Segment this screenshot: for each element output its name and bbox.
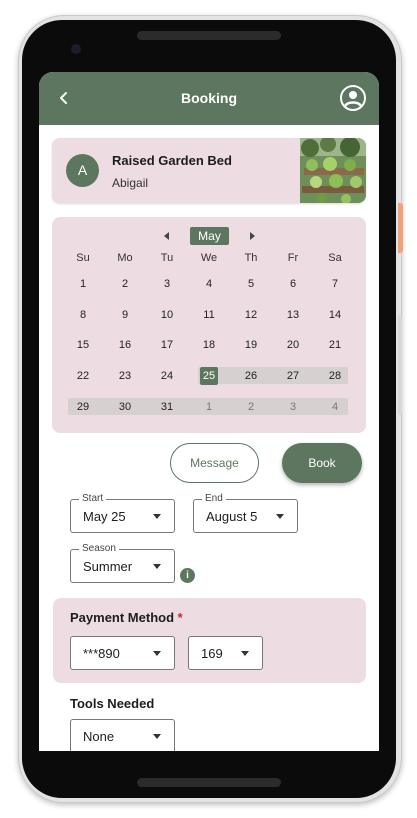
- calendar-day[interactable]: 11: [188, 309, 230, 321]
- listing-title: Raised Garden Bed: [112, 153, 232, 168]
- previous-month-button[interactable]: [160, 229, 174, 243]
- calendar-day[interactable]: 31: [146, 401, 188, 413]
- weekday-label: Su: [76, 252, 90, 264]
- dropdown-arrow-icon: [153, 734, 161, 739]
- season-select[interactable]: Season Summer: [70, 543, 175, 583]
- card-number-value: ***890: [83, 646, 120, 661]
- calendar-day[interactable]: 7: [314, 278, 356, 290]
- calendar-week: 22 23 24 25 26 27 28: [62, 363, 356, 394]
- calendar-day[interactable]: 12: [230, 309, 272, 321]
- bottom-speaker: [137, 778, 281, 787]
- calendar-day-next-month[interactable]: 2: [230, 401, 272, 413]
- top-speaker: [137, 31, 281, 40]
- account-circle-icon: [340, 85, 366, 111]
- dropdown-arrow-icon: [153, 651, 161, 656]
- booking-calendar: May Su Mo Tu We Th Fr Sa 1 2 3 4 5 6 7 8…: [52, 217, 366, 433]
- calendar-day-next-month[interactable]: 3: [272, 401, 314, 413]
- book-button[interactable]: Book: [282, 443, 362, 483]
- calendar-day-next-month[interactable]: 1: [188, 401, 230, 413]
- calendar-week: 15 16 17 18 19 20 21: [62, 332, 356, 363]
- end-date-select[interactable]: End August 5: [193, 493, 298, 533]
- calendar-day[interactable]: 4: [188, 278, 230, 290]
- month-label[interactable]: May: [190, 227, 229, 245]
- dropdown-arrow-icon: [276, 514, 284, 519]
- front-camera: [71, 44, 81, 54]
- season-label: Season: [79, 543, 119, 554]
- app-bar: Booking: [39, 72, 379, 125]
- profile-button[interactable]: [339, 84, 367, 112]
- listing-owner: Abigail: [112, 176, 149, 190]
- calendar-grid: Su Mo Tu We Th Fr Sa 1 2 3 4 5 6 7 8 9 1…: [62, 247, 356, 424]
- weekday-label: Sa: [328, 252, 342, 264]
- calendar-day-next-month[interactable]: 4: [314, 401, 356, 413]
- calendar-week: 1 2 3 4 5 6 7: [62, 271, 356, 302]
- weekday-label: Mo: [117, 252, 133, 264]
- required-mark: *: [177, 610, 183, 625]
- triangle-right-icon: [250, 232, 255, 240]
- app-screen: Booking A Raised Garden Bed Abigail May …: [39, 72, 379, 751]
- calendar-day[interactable]: 8: [62, 309, 104, 321]
- calendar-week: 8 9 10 11 12 13 14: [62, 302, 356, 333]
- card-number-select[interactable]: ***890: [70, 636, 175, 670]
- next-month-button[interactable]: [245, 229, 259, 243]
- end-date-value: August 5: [206, 509, 258, 524]
- weekday-header: Su Mo Tu We Th Fr Sa: [62, 247, 356, 271]
- tools-needed-select[interactable]: None: [70, 719, 175, 751]
- calendar-day[interactable]: 1: [62, 278, 104, 290]
- calendar-day[interactable]: 6: [272, 278, 314, 290]
- end-date-label: End: [202, 493, 226, 504]
- page-title: Booking: [181, 90, 237, 106]
- calendar-day[interactable]: 5: [230, 278, 272, 290]
- start-date-value: May 25: [83, 509, 126, 524]
- payment-method-text: Payment Method: [70, 610, 175, 625]
- dropdown-arrow-icon: [241, 651, 249, 656]
- calendar-week: 29 30 31 1 2 3 4: [62, 394, 356, 425]
- calendar-day[interactable]: 20: [272, 339, 314, 351]
- weekday-label: Th: [244, 252, 258, 264]
- start-date-label: Start: [79, 493, 107, 504]
- start-date-select[interactable]: Start May 25: [70, 493, 175, 533]
- power-button: [398, 203, 403, 253]
- volume-button: [398, 315, 402, 415]
- calendar-day[interactable]: 18: [188, 339, 230, 351]
- cvv-value: 169: [201, 646, 223, 661]
- dropdown-arrow-icon: [153, 564, 161, 569]
- calendar-day[interactable]: 3: [146, 278, 188, 290]
- message-button[interactable]: Message: [170, 443, 259, 483]
- calendar-day[interactable]: 30: [104, 401, 146, 413]
- calendar-day[interactable]: 26: [230, 370, 272, 382]
- calendar-day[interactable]: 27: [272, 370, 314, 382]
- weekday-label: Tu: [160, 252, 174, 264]
- listing-card[interactable]: A Raised Garden Bed Abigail: [52, 138, 366, 203]
- weekday-label: We: [200, 252, 218, 264]
- cvv-select[interactable]: 169: [188, 636, 263, 670]
- calendar-day[interactable]: 17: [146, 339, 188, 351]
- calendar-day[interactable]: 21: [314, 339, 356, 351]
- dropdown-arrow-icon: [153, 514, 161, 519]
- tools-needed-label: Tools Needed: [70, 696, 155, 711]
- avatar: A: [66, 154, 99, 187]
- triangle-left-icon: [164, 232, 169, 240]
- calendar-day[interactable]: 14: [314, 309, 356, 321]
- payment-section: Payment Method * ***890 169: [53, 598, 366, 683]
- calendar-day[interactable]: 10: [146, 309, 188, 321]
- calendar-day[interactable]: 9: [104, 309, 146, 321]
- calendar-day[interactable]: 23: [104, 370, 146, 382]
- weekday-label: Fr: [287, 252, 299, 264]
- calendar-day[interactable]: 13: [272, 309, 314, 321]
- calendar-day[interactable]: 29: [62, 401, 104, 413]
- season-value: Summer: [83, 559, 133, 574]
- info-icon[interactable]: i: [180, 568, 195, 583]
- calendar-day[interactable]: 24: [146, 370, 188, 382]
- calendar-day[interactable]: 16: [104, 339, 146, 351]
- calendar-day[interactable]: 28: [314, 370, 356, 382]
- garden-photo: [300, 138, 366, 203]
- payment-method-label: Payment Method *: [70, 610, 183, 625]
- tools-needed-value: None: [83, 729, 115, 744]
- calendar-day[interactable]: 2: [104, 278, 146, 290]
- calendar-day[interactable]: 15: [62, 339, 104, 351]
- calendar-day[interactable]: 22: [62, 370, 104, 382]
- calendar-day-selected[interactable]: 25: [188, 370, 230, 382]
- calendar-day[interactable]: 19: [230, 339, 272, 351]
